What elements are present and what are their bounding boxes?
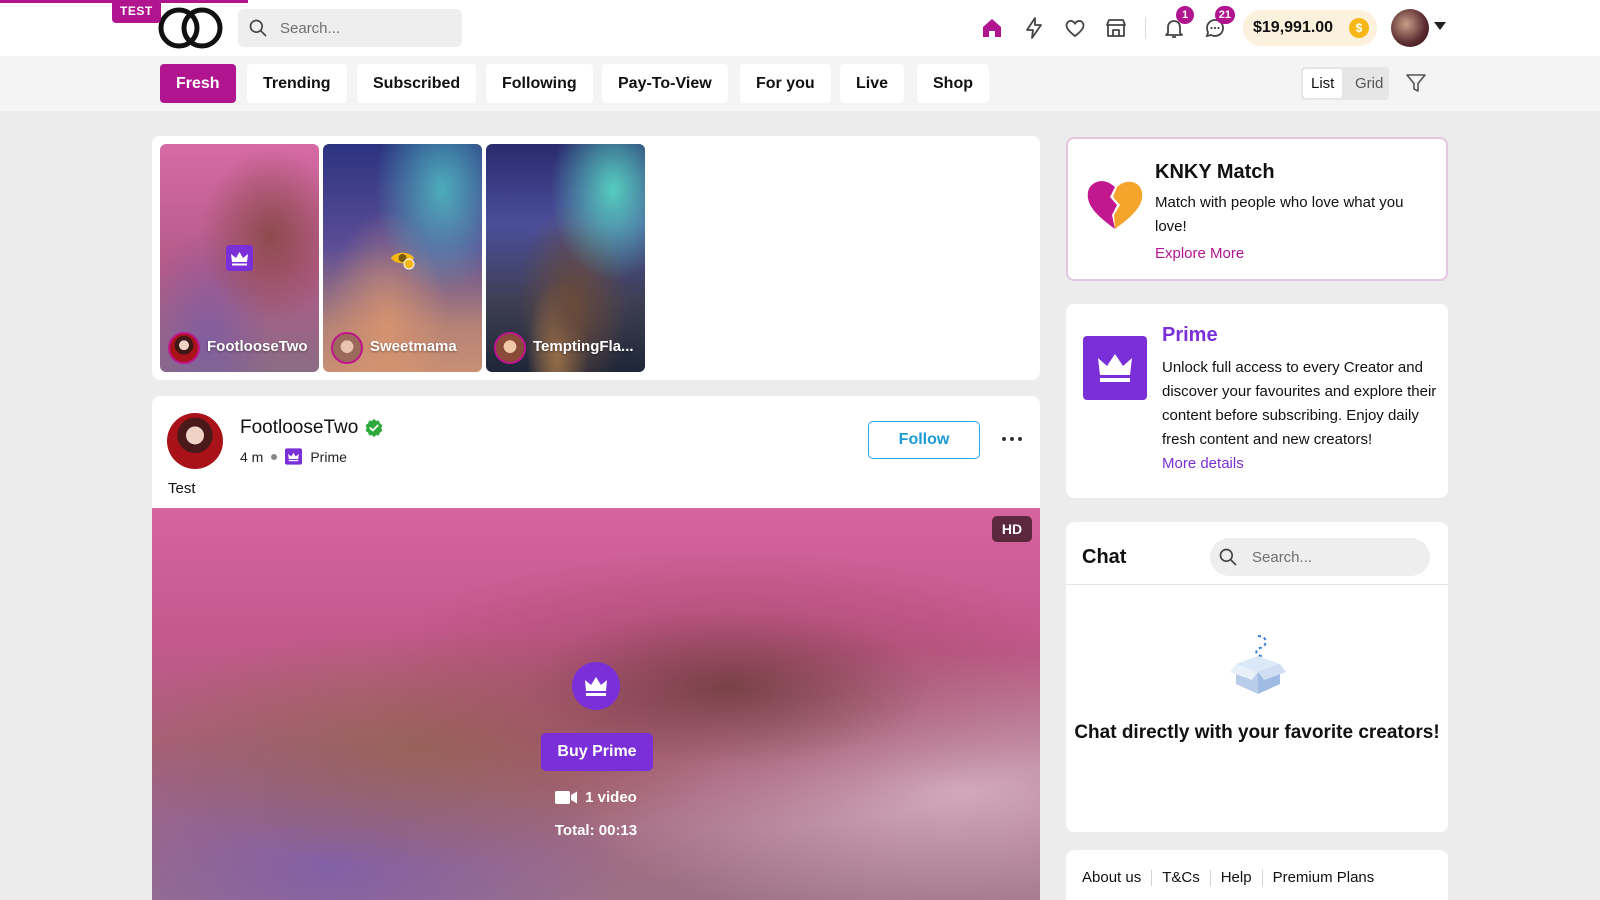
top-header: TEST 1 (0, 0, 1600, 56)
coin-icon: $ (1349, 18, 1369, 38)
tab-subscribed[interactable]: Subscribed (357, 64, 477, 103)
logo-icon[interactable] (158, 6, 224, 50)
story-card[interactable]: FootlooseTwo (160, 144, 319, 372)
profile-avatar[interactable] (1391, 9, 1429, 47)
chat-empty-message: Chat directly with your favorite creator… (1074, 722, 1440, 743)
loading-progress-bar (0, 0, 248, 3)
footer-links-card: About us T&Cs Help Premium Plans (1066, 850, 1448, 900)
nav-messages[interactable]: 21 (1201, 6, 1235, 42)
knky-match-card: KNKY Match Match with people who love wh… (1066, 137, 1448, 281)
story-avatar (168, 332, 200, 364)
post-time: 4 m (240, 448, 264, 465)
tab-shop[interactable]: Shop (917, 64, 989, 103)
post-caption: Test (168, 480, 196, 497)
wallet-amount: $19,991.00 (1253, 19, 1334, 36)
premium-plans-link[interactable]: Premium Plans (1273, 869, 1375, 886)
about-us-link[interactable]: About us (1082, 869, 1141, 886)
filter-icon[interactable] (1404, 71, 1428, 95)
heart-icon (1065, 20, 1085, 38)
wallet-balance-button[interactable]: $19,991.00 $ (1243, 10, 1377, 46)
video-count-label: 1 video (585, 789, 637, 806)
terms-link[interactable]: T&Cs (1162, 869, 1200, 886)
feed-post: FootlooseTwo 4 m Prime Follow Test HD Bu… (152, 396, 1040, 900)
empty-box-icon (1230, 635, 1286, 694)
notifications-badge: 1 (1176, 6, 1194, 24)
video-count: 1 video (152, 789, 1040, 806)
view-list-button[interactable]: List (1303, 69, 1343, 98)
feed-filter-bar: Fresh Trending Subscribed Following Pay-… (0, 56, 1600, 111)
split-heart-icon (1087, 181, 1143, 229)
hd-badge: HD (992, 516, 1032, 542)
view-toggle: List Grid (1301, 67, 1389, 100)
messages-badge: 21 (1214, 6, 1235, 24)
nav-notifications[interactable]: 1 (1160, 6, 1194, 42)
crown-icon (1083, 336, 1147, 400)
chat-title: Chat (1082, 546, 1127, 568)
home-icon (983, 19, 1001, 37)
follow-button[interactable]: Follow (868, 421, 980, 459)
story-card[interactable]: Sweetmama (323, 144, 482, 372)
search-icon (249, 19, 267, 37)
tab-following[interactable]: Following (486, 64, 593, 103)
crown-icon (285, 448, 303, 465)
nav-home[interactable] (978, 14, 1006, 42)
tab-live[interactable]: Live (840, 64, 905, 103)
stories-strip: FootlooseTwo Sweetmama TemptingFla... (152, 136, 1040, 380)
tab-trending[interactable]: Trending (247, 64, 347, 103)
header-divider (1145, 17, 1146, 39)
explore-more-link[interactable]: Explore More (1155, 245, 1244, 262)
environment-badge: TEST (112, 0, 161, 23)
nav-quick[interactable] (1020, 14, 1048, 42)
buy-prime-button[interactable]: Buy Prime (541, 733, 653, 771)
help-link[interactable]: Help (1221, 869, 1252, 886)
prime-promo-card: Prime Unlock full access to every Creato… (1066, 304, 1448, 498)
nav-shop[interactable] (1102, 14, 1130, 42)
story-avatar (494, 332, 526, 364)
match-description: Match with people who love what you love… (1155, 194, 1404, 235)
chat-divider (1066, 584, 1448, 585)
prime-description: Unlock full access to every Creator and … (1162, 359, 1437, 448)
story-name: TemptingFla... (533, 338, 634, 355)
shop-icon (1106, 19, 1126, 37)
video-camera-icon (555, 791, 578, 804)
search-icon (1219, 548, 1237, 566)
chevron-down-icon[interactable] (1434, 22, 1446, 30)
search-input[interactable] (280, 9, 450, 47)
crown-icon (226, 245, 253, 271)
verified-icon (365, 418, 383, 438)
post-media-locked[interactable]: HD Buy Prime 1 video Total: 00:13 (152, 508, 1040, 900)
match-title: KNKY Match (1155, 161, 1275, 183)
more-options-icon[interactable] (998, 428, 1026, 450)
header-search[interactable] (238, 9, 462, 47)
lightning-icon (1026, 17, 1042, 39)
view-grid-button[interactable]: Grid (1347, 69, 1391, 98)
post-author-name[interactable]: FootlooseTwo (240, 417, 358, 439)
story-card[interactable]: TemptingFla... (486, 144, 645, 372)
story-name: FootlooseTwo (207, 338, 308, 355)
prime-title: Prime (1162, 324, 1218, 346)
more-details-link[interactable]: More details (1162, 455, 1244, 472)
story-name: Sweetmama (370, 338, 457, 355)
footer-links: About us T&Cs Help Premium Plans (1082, 869, 1374, 886)
nav-favorites[interactable] (1061, 14, 1089, 42)
chat-panel: Chat Chat directly with your favorite cr… (1066, 522, 1448, 832)
tab-fresh[interactable]: Fresh (160, 64, 236, 103)
post-tier: Prime (310, 448, 347, 465)
chat-search-input[interactable] (1252, 538, 1420, 576)
pay-to-view-icon (391, 252, 415, 270)
meta-separator-dot (271, 453, 278, 460)
tab-for-you[interactable]: For you (740, 64, 831, 103)
tab-pay-to-view[interactable]: Pay-To-View (602, 64, 728, 103)
post-meta: 4 m Prime (240, 448, 347, 465)
post-author-avatar[interactable] (167, 413, 223, 469)
story-avatar (331, 332, 363, 364)
crown-icon (572, 662, 620, 710)
total-duration: Total: 00:13 (554, 822, 638, 839)
chat-search[interactable] (1210, 538, 1430, 576)
